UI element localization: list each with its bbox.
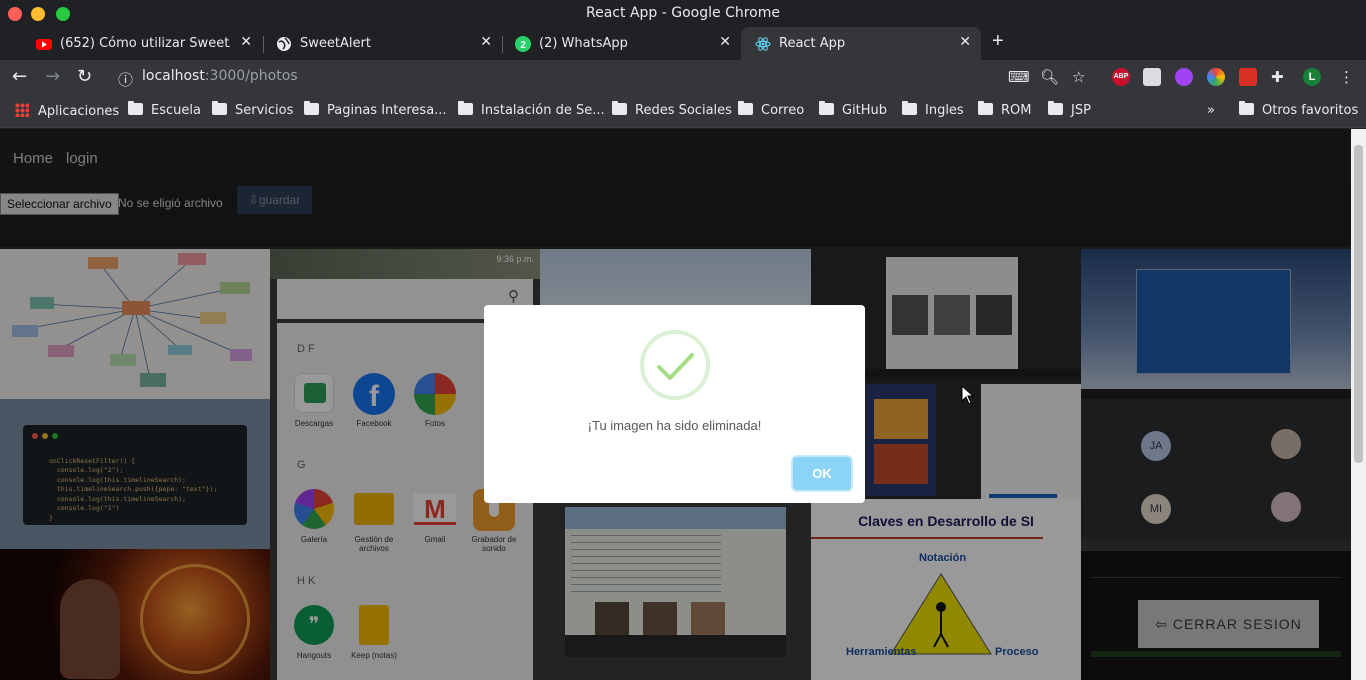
- forward-arrow-icon[interactable]: →: [45, 66, 60, 87]
- scrollbar-thumb[interactable]: [1354, 145, 1363, 463]
- folder-icon: [304, 101, 319, 115]
- tab-whatsapp[interactable]: 2 (2) WhatsApp ✕: [501, 27, 741, 60]
- page-content: Home login Seleccionar archivo No se eli…: [0, 129, 1351, 680]
- folder-icon: [1048, 101, 1063, 115]
- bookmark-label: Ingles: [925, 103, 964, 118]
- close-tab-icon[interactable]: ✕: [959, 34, 971, 50]
- folder-icon: [902, 101, 917, 115]
- bookmark-folder[interactable]: GitHub: [819, 101, 888, 118]
- bookmark-folder[interactable]: Escuela: [128, 101, 201, 118]
- globe-icon: [276, 36, 292, 52]
- color-extension-icon[interactable]: [1207, 68, 1225, 86]
- mouse-cursor-icon: [961, 385, 975, 405]
- tab-react-app[interactable]: React App ✕: [741, 27, 981, 60]
- profile-avatar[interactable]: L: [1303, 68, 1321, 86]
- sweetalert-dialog: ¡Tu imagen ha sido eliminada! OK: [484, 305, 865, 503]
- bookmark-folder[interactable]: Correo: [738, 101, 805, 118]
- bookmark-label: Correo: [761, 103, 805, 118]
- close-tab-icon[interactable]: ✕: [240, 34, 252, 50]
- bookmark-folder[interactable]: Paginas Interesa...: [304, 101, 447, 118]
- address-bar[interactable]: localhost:3000/photos: [142, 68, 298, 84]
- extensions-puzzle-icon[interactable]: ✚: [1271, 68, 1284, 86]
- bookmark-label: Paginas Interesa...: [327, 103, 447, 118]
- bookmark-label: Escuela: [151, 103, 201, 118]
- bookmark-star-icon[interactable]: ☆: [1072, 68, 1085, 86]
- tab-label: (652) Cómo utilizar SweetAlert: [60, 36, 230, 51]
- bookmark-label: Servicios: [235, 103, 294, 118]
- bookmark-folder[interactable]: Ingles: [902, 101, 964, 118]
- apps-grid-icon: [15, 103, 29, 117]
- browser-toolbar: ← → ↻ ⓘ localhost:3000/photos ⌨ 🔍︎ ☆ ABP…: [0, 60, 1366, 96]
- logout-label: CERRAR SESION: [1172, 616, 1302, 632]
- folder-icon: [212, 101, 227, 115]
- tab-label: SweetAlert: [300, 36, 371, 51]
- bookmark-label: Aplicaciones: [38, 104, 120, 119]
- bookmark-apps[interactable]: Aplicaciones: [15, 103, 119, 119]
- logout-button[interactable]: ⇦ CERRAR SESION: [1138, 600, 1319, 648]
- tab-label: React App: [779, 36, 846, 51]
- page-scrollbar[interactable]: [1351, 129, 1366, 680]
- tab-sweetalert[interactable]: SweetAlert ✕: [262, 27, 502, 60]
- cube-extension-icon[interactable]: [1143, 68, 1161, 86]
- bookmark-folder[interactable]: Redes Sociales: [612, 101, 732, 118]
- folder-icon: [128, 101, 143, 115]
- folder-icon: [1239, 101, 1254, 115]
- window-titlebar: React App - Google Chrome: [0, 0, 1366, 27]
- tab-youtube[interactable]: (652) Cómo utilizar SweetAlert ✕: [22, 27, 262, 60]
- bookmarks-bar: Aplicaciones Escuela Servicios Paginas I…: [0, 96, 1366, 128]
- bookmark-label: ROM: [1001, 103, 1032, 118]
- menu-dots-icon[interactable]: ⋮: [1339, 68, 1354, 86]
- purple-extension-icon[interactable]: [1175, 68, 1193, 86]
- folder-icon: [458, 101, 473, 115]
- bookmark-label: Redes Sociales: [635, 103, 732, 118]
- bookmark-other-favorites[interactable]: Otros favoritos: [1239, 101, 1359, 118]
- url-host: localhost: [142, 68, 205, 84]
- url-path: :3000/photos: [204, 68, 298, 84]
- ok-button[interactable]: OK: [793, 457, 851, 490]
- tab-strip: (652) Cómo utilizar SweetAlert ✕ SweetAl…: [0, 27, 1366, 60]
- bookmark-folder[interactable]: Servicios: [212, 101, 294, 118]
- tab-label: (2) WhatsApp: [539, 36, 628, 51]
- bookmarks-overflow[interactable]: »: [1207, 103, 1215, 118]
- red-extension-icon[interactable]: [1239, 68, 1257, 86]
- bookmark-folder[interactable]: JSP: [1048, 101, 1091, 118]
- whatsapp-icon: 2: [515, 36, 531, 52]
- site-info-icon[interactable]: ⓘ: [118, 69, 133, 90]
- react-icon: [755, 36, 771, 52]
- bookmark-label: JSP: [1071, 103, 1091, 118]
- window-title: React App - Google Chrome: [586, 5, 780, 21]
- folder-icon: [612, 101, 627, 115]
- youtube-icon: [36, 36, 52, 52]
- success-check-icon: [640, 330, 710, 400]
- adblock-plus-icon[interactable]: ABP: [1112, 68, 1130, 86]
- sign-out-icon: ⇦: [1155, 616, 1168, 632]
- reload-icon[interactable]: ↻: [77, 66, 92, 87]
- folder-icon: [978, 101, 993, 115]
- back-arrow-icon[interactable]: ←: [12, 66, 27, 87]
- whatsapp-badge: 2: [520, 40, 526, 51]
- bookmark-label: Instalación de Se...: [481, 103, 605, 118]
- bookmark-label: GitHub: [842, 103, 888, 118]
- dialog-message: ¡Tu imagen ha sido eliminada!: [587, 418, 762, 433]
- bookmark-folder[interactable]: ROM: [978, 101, 1032, 118]
- bookmark-label: Otros favoritos: [1262, 103, 1359, 118]
- folder-icon: [819, 101, 834, 115]
- bookmark-folder[interactable]: Instalación de Se...: [458, 101, 605, 118]
- new-tab-icon[interactable]: +: [992, 30, 1004, 53]
- close-tab-icon[interactable]: ✕: [480, 34, 492, 50]
- close-tab-icon[interactable]: ✕: [719, 34, 731, 50]
- zoom-icon[interactable]: 🔍︎: [1040, 68, 1059, 86]
- translate-icon[interactable]: ⌨: [1008, 68, 1030, 86]
- folder-icon: [738, 101, 753, 115]
